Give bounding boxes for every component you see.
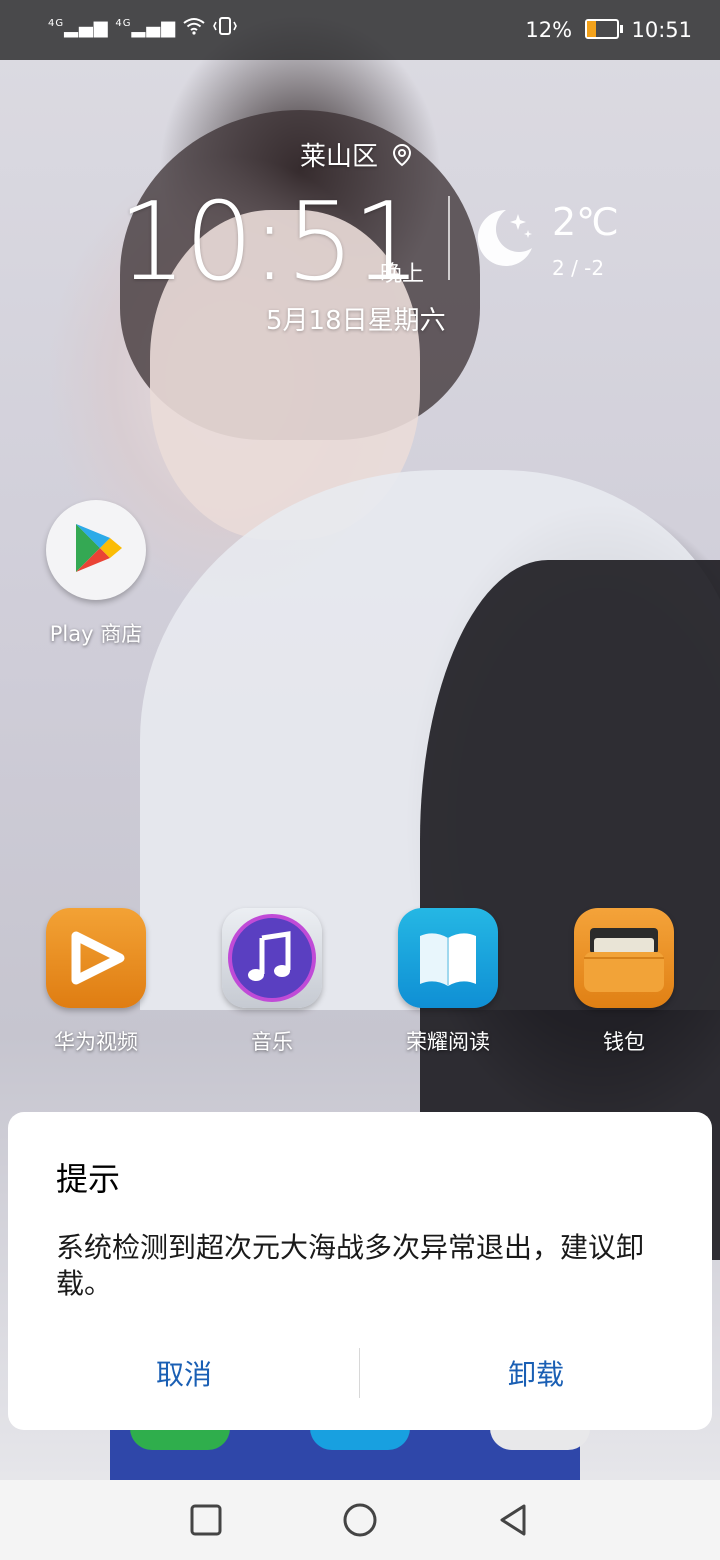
signal-4g-icon: 4G▂▄▆ <box>48 17 109 38</box>
dialog-message: 系统检测到超次元大海战多次异常退出，建议卸载。 <box>56 1231 645 1300</box>
play-store-icon <box>46 500 146 600</box>
status-bar: 4G▂▄▆ 4G▂▄▆ 12% 10:51 <box>0 0 720 60</box>
temperature-range: 2 / -2 <box>552 256 605 280</box>
temperature: 2℃ <box>552 200 619 244</box>
wallet-icon <box>574 908 674 1008</box>
wifi-icon <box>183 17 212 38</box>
dialog-title: 提示 <box>56 1160 121 1198</box>
app-honor-reading[interactable]: 荣耀阅读 <box>378 908 518 1056</box>
signal-4g-icon: 4G▂▄▆ <box>115 17 177 38</box>
cancel-button[interactable]: 取消 <box>8 1344 360 1406</box>
video-play-icon <box>46 908 146 1008</box>
app-label: 荣耀阅读 <box>406 1030 490 1054</box>
navigation-bar <box>0 1480 720 1560</box>
uninstall-button[interactable]: 卸载 <box>360 1344 712 1406</box>
book-icon <box>398 908 498 1008</box>
app-label: 音乐 <box>251 1030 293 1054</box>
triangle-back-icon[interactable] <box>496 1502 532 1538</box>
square-icon[interactable] <box>188 1502 224 1538</box>
location-pin-icon <box>393 143 412 167</box>
app-wallet[interactable]: 钱包 <box>554 908 694 1056</box>
app-huawei-video[interactable]: 华为视频 <box>26 908 166 1056</box>
vibrate-icon <box>212 17 238 38</box>
battery-icon <box>584 19 623 39</box>
status-right: 12% 10:51 <box>525 18 692 42</box>
clock-location[interactable]: 莱山区 <box>300 136 412 173</box>
app-play-store[interactable]: Play 商店 <box>26 500 166 648</box>
clock-date: 5月18日星期六 <box>266 306 446 336</box>
status-time: 10:51 <box>631 18 692 42</box>
app-music[interactable]: 音乐 <box>202 908 342 1056</box>
music-note-icon <box>222 908 322 1008</box>
moon-icon[interactable] <box>466 202 538 274</box>
battery-percent: 12% <box>525 18 573 42</box>
status-left: 4G▂▄▆ 4G▂▄▆ <box>48 16 238 38</box>
circle-icon[interactable] <box>342 1502 378 1538</box>
app-label: Play 商店 <box>49 622 143 646</box>
app-label: 华为视频 <box>54 1030 138 1054</box>
clock-divider <box>448 196 450 280</box>
clock-period: 晚上 <box>380 262 425 287</box>
app-label: 钱包 <box>603 1030 645 1054</box>
uninstall-dialog: 提示 系统检测到超次元大海战多次异常退出，建议卸载。 取消 卸载 <box>8 1112 712 1430</box>
clock-time[interactable]: 10:51 <box>118 180 421 305</box>
